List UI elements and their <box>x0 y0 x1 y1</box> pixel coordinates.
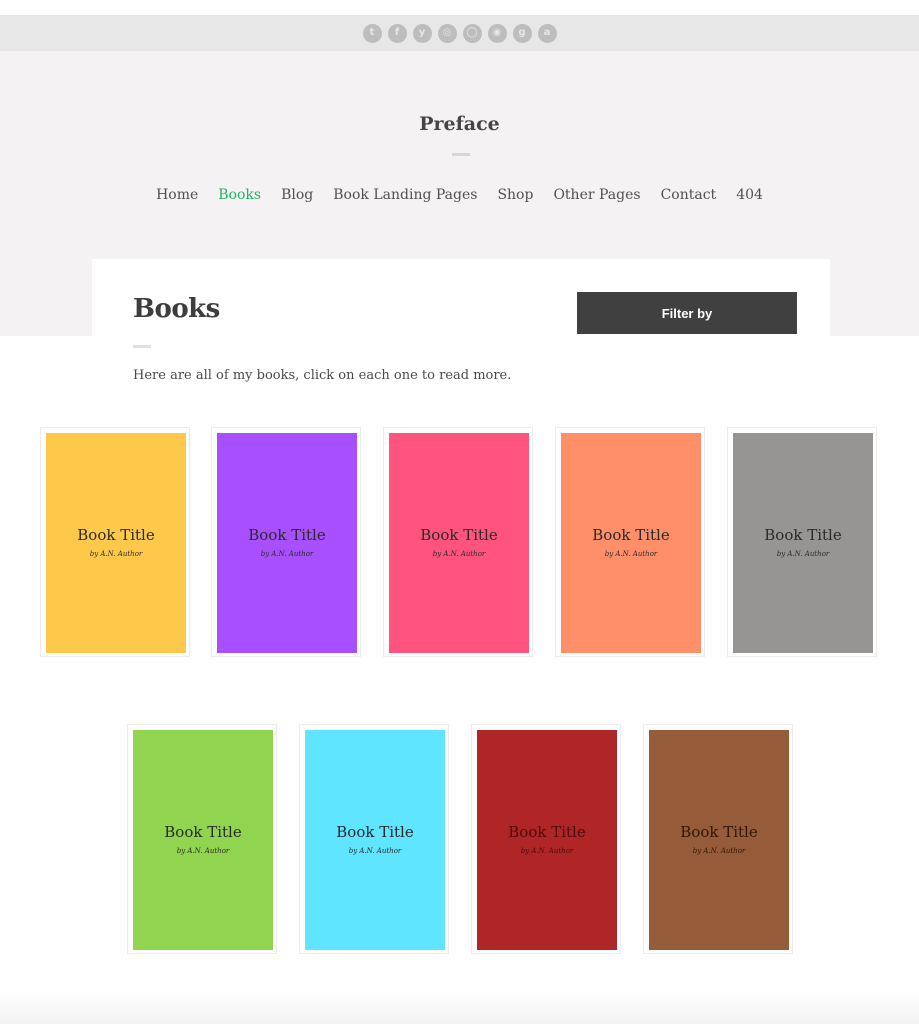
book-title: Book Title <box>336 823 414 841</box>
book-cover: Book Title by A.N. Author <box>46 433 186 653</box>
github-icon[interactable]: ◯ <box>462 23 482 43</box>
intro-text: Here are all of my books, click on each … <box>133 368 512 383</box>
book-card[interactable]: Book Title by A.N. Author <box>211 427 361 657</box>
nav-item-other-pages[interactable]: Other Pages <box>553 187 640 203</box>
nav-item-books[interactable]: Books <box>218 187 261 203</box>
twitter-icon[interactable]: t <box>362 23 382 43</box>
page-bottom <box>0 990 919 1024</box>
book-author: by A.N. Author <box>348 847 402 855</box>
book-author: by A.N. Author <box>604 550 658 558</box>
amazon-icon[interactable]: a <box>537 23 557 43</box>
book-author: by A.N. Author <box>776 550 830 558</box>
book-author: by A.N. Author <box>89 550 143 558</box>
book-cover: Book Title by A.N. Author <box>561 433 701 653</box>
filter-by-button[interactable]: Filter by <box>577 292 797 334</box>
book-title: Book Title <box>764 526 842 544</box>
nav-item-home[interactable]: Home <box>156 187 198 203</box>
book-author: by A.N. Author <box>176 847 230 855</box>
facebook-icon[interactable]: f <box>387 23 407 43</box>
book-cover: Book Title by A.N. Author <box>389 433 529 653</box>
book-title: Book Title <box>248 526 326 544</box>
book-author: by A.N. Author <box>260 550 314 558</box>
book-cover: Book Title by A.N. Author <box>305 730 445 950</box>
main-nav: Home Books Blog Book Landing Pages Shop Other… <box>0 187 919 203</box>
book-cover: Book Title by A.N. Author <box>217 433 357 653</box>
book-cover: Book Title by A.N. Author <box>133 730 273 950</box>
book-title: Book Title <box>420 526 498 544</box>
book-title: Book Title <box>508 823 586 841</box>
book-cover: Book Title by A.N. Author <box>733 433 873 653</box>
book-title: Book Title <box>592 526 670 544</box>
dribbble-icon[interactable]: ◎ <box>437 23 457 43</box>
book-card[interactable]: Book Title by A.N. Author <box>383 427 533 657</box>
book-author: by A.N. Author <box>432 550 486 558</box>
book-card[interactable]: Book Title by A.N. Author <box>727 427 877 657</box>
book-title: Book Title <box>680 823 758 841</box>
book-author: by A.N. Author <box>520 847 574 855</box>
goodreads-icon[interactable]: g <box>512 23 532 43</box>
book-card[interactable]: Book Title by A.N. Author <box>299 724 449 954</box>
book-author: by A.N. Author <box>692 847 746 855</box>
nav-item-book-landing-pages[interactable]: Book Landing Pages <box>333 187 477 203</box>
book-cover: Book Title by A.N. Author <box>649 730 789 950</box>
nav-item-blog[interactable]: Blog <box>281 187 313 203</box>
top-spacer <box>0 0 919 15</box>
book-card[interactable]: Book Title by A.N. Author <box>40 427 190 657</box>
nav-item-404[interactable]: 404 <box>736 187 763 203</box>
yammer-icon[interactable]: y <box>412 23 432 43</box>
book-card[interactable]: Book Title by A.N. Author <box>555 427 705 657</box>
book-card[interactable]: Book Title by A.N. Author <box>471 724 621 954</box>
book-card[interactable]: Book Title by A.N. Author <box>127 724 277 954</box>
social-bar: t f y ◎ ◯ ◉ g a <box>0 15 919 51</box>
instagram-icon[interactable]: ◉ <box>487 23 507 43</box>
book-title: Book Title <box>164 823 242 841</box>
site-title[interactable]: Preface <box>0 113 919 135</box>
title-divider <box>452 153 470 156</box>
book-cover: Book Title by A.N. Author <box>477 730 617 950</box>
book-title: Book Title <box>77 526 155 544</box>
book-card[interactable]: Book Title by A.N. Author <box>643 724 793 954</box>
title-divider <box>133 345 151 348</box>
nav-item-shop[interactable]: Shop <box>497 187 533 203</box>
nav-item-contact[interactable]: Contact <box>661 187 717 203</box>
page-title: Books <box>133 294 220 324</box>
